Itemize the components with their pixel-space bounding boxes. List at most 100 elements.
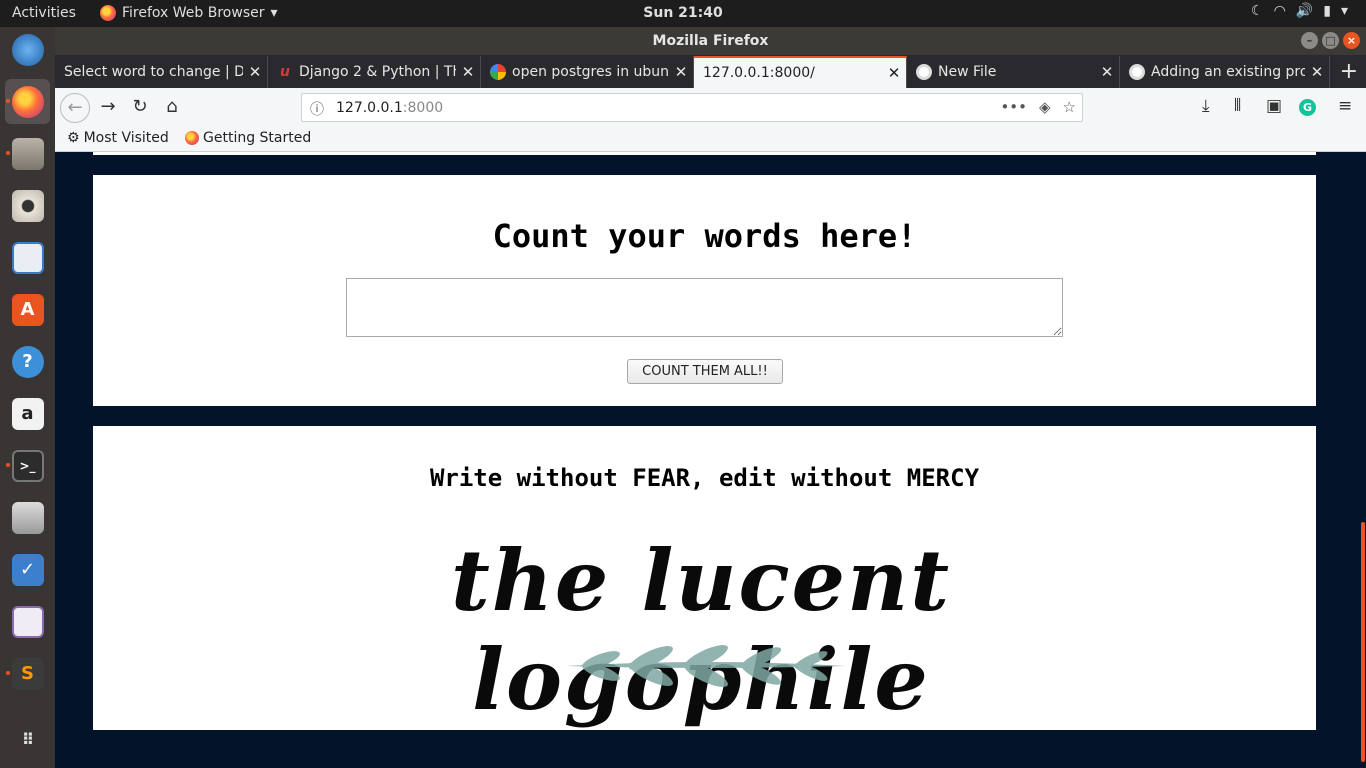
page-heading: Count your words here! [492, 217, 917, 255]
minimize-button[interactable]: – [1301, 32, 1318, 49]
web-page: Count your words here! COUNT THEM ALL!! … [55, 152, 1366, 768]
udemy-icon: u [280, 64, 290, 80]
url-host: 127.0.0.1 [336, 100, 403, 116]
close-tab-icon[interactable]: ✕ [882, 64, 906, 82]
dock-files[interactable] [5, 131, 50, 176]
logo-text: the lucent logophile [450, 531, 951, 729]
checkbox-icon: ✓ [11, 553, 44, 586]
word-count-card: Count your words here! COUNT THEM ALL!! [93, 175, 1316, 406]
close-tab-icon[interactable]: ✕ [243, 63, 267, 81]
night-light-icon: ☾ [1251, 3, 1264, 19]
url-text[interactable]: 127.0.0.1:8000 [336, 100, 443, 116]
grammarly-icon[interactable]: G [1299, 99, 1316, 116]
system-top-bar: Activities Firefox Web Browser ▾ Sun 21:… [0, 0, 1366, 27]
tab-github-existing-project[interactable]: Adding an existing proj ✕ [1120, 56, 1330, 88]
tab-label: Django 2 & Python | The [299, 64, 456, 80]
chevron-down-icon: ▾ [1340, 3, 1348, 19]
dock: A ? a >_ ✓ S ⠿ [0, 27, 55, 768]
sudoku-icon [11, 605, 44, 638]
close-window-button[interactable]: × [1343, 32, 1360, 49]
close-tab-icon[interactable]: ✕ [1095, 63, 1119, 81]
app-menu-label: Firefox Web Browser [122, 5, 265, 21]
page-scrollbar[interactable] [1361, 522, 1365, 762]
thunderbird-icon [11, 33, 44, 66]
volume-icon: 🔊 [1295, 3, 1314, 19]
bookmark-getting-started[interactable]: Getting Started [185, 130, 311, 146]
tab-udemy[interactable]: u Django 2 & Python | The ✕ [268, 56, 481, 88]
close-tab-icon[interactable]: ✕ [1305, 63, 1329, 81]
tab-django-admin[interactable]: Select word to change | Dj ✕ [55, 56, 268, 88]
app-menu[interactable]: Firefox Web Browser ▾ [100, 5, 278, 21]
dock-tasks[interactable]: ✓ [5, 547, 50, 592]
wifi-icon: ◠ [1273, 3, 1286, 19]
tab-google-search[interactable]: open postgres in ubunt ✕ [481, 56, 694, 88]
dock-rhythmbox[interactable] [5, 183, 50, 228]
bookmark-label: Most Visited [83, 130, 169, 146]
url-bar[interactable]: ⓘ 127.0.0.1:8000 ••• ◈ ☆ [301, 93, 1083, 122]
camera-icon [11, 501, 44, 534]
software-center-icon: A [11, 293, 44, 326]
previous-card-edge [93, 152, 1316, 155]
dock-terminal[interactable]: >_ [5, 443, 50, 488]
back-button[interactable]: ← [60, 93, 90, 123]
home-button[interactable]: ⌂ [160, 96, 184, 117]
bookmark-star-icon[interactable]: ☆ [1063, 98, 1076, 116]
gear-icon: ⚙ [67, 130, 80, 146]
dock-writer[interactable] [5, 235, 50, 280]
dock-sudoku[interactable] [5, 599, 50, 644]
close-tab-icon[interactable]: ✕ [456, 63, 480, 81]
dock-sublime[interactable]: S [5, 651, 50, 696]
firefox-icon [100, 5, 116, 21]
branding-card: Write without FEAR, edit without MERCY t… [93, 426, 1316, 730]
dock-thunderbird[interactable] [5, 27, 50, 72]
dock-amazon[interactable]: a [5, 391, 50, 436]
site-info-icon[interactable]: ⓘ [310, 99, 324, 119]
speaker-icon [11, 189, 44, 222]
tab-bar: Select word to change | Dj ✕ u Django 2 … [55, 55, 1366, 88]
pocket-icon[interactable]: ◈ [1039, 98, 1051, 116]
forward-button[interactable]: → [96, 96, 120, 117]
running-indicator [6, 99, 10, 103]
tab-label: Select word to change | Dj [64, 64, 243, 80]
google-icon [490, 64, 506, 80]
page-actions-icon[interactable]: ••• [1000, 98, 1027, 116]
tab-label: 127.0.0.1:8000/ [703, 65, 815, 81]
dock-show-apps[interactable]: ⠿ [5, 717, 50, 762]
help-icon: ? [11, 345, 44, 378]
system-tray[interactable]: ☾ ◠ 🔊 ▮ ▾ [1251, 3, 1348, 19]
tab-label: Adding an existing proj [1151, 64, 1305, 80]
bookmarks-toolbar: ⚙ Most Visited Getting Started [55, 127, 1366, 152]
activities-button[interactable]: Activities [12, 5, 76, 21]
files-icon [11, 137, 44, 170]
tagline: Write without FEAR, edit without MERCY [429, 464, 980, 492]
dock-firefox[interactable] [5, 79, 50, 124]
new-tab-button[interactable]: + [1340, 59, 1358, 84]
hamburger-menu-icon[interactable]: ≡ [1338, 96, 1352, 116]
sidebar-icon[interactable]: ▣ [1266, 96, 1282, 116]
firefox-icon [11, 85, 44, 118]
leaf-branch-icon [566, 645, 846, 687]
bookmark-most-visited[interactable]: ⚙ Most Visited [67, 130, 169, 146]
chevron-down-icon: ▾ [270, 5, 278, 21]
download-icon[interactable]: ⤓ [1202, 96, 1210, 116]
tab-localhost[interactable]: 127.0.0.1:8000/ ✕ [694, 56, 907, 88]
tab-github-new-file[interactable]: New File ✕ [907, 56, 1120, 88]
close-tab-icon[interactable]: ✕ [669, 63, 693, 81]
dock-software[interactable]: A [5, 287, 50, 332]
app-grid-icon: ⠿ [21, 730, 35, 749]
logo: the lucent logophile [351, 531, 1051, 729]
library-icon[interactable]: ⫴ [1234, 96, 1241, 116]
terminal-icon: >_ [11, 449, 44, 482]
battery-icon: ▮ [1323, 3, 1331, 19]
firefox-icon [185, 131, 199, 145]
dock-camera[interactable] [5, 495, 50, 540]
maximize-button[interactable]: □ [1322, 32, 1339, 49]
github-icon [916, 64, 932, 80]
count-them-all-button[interactable]: COUNT THEM ALL!! [627, 359, 783, 384]
reload-button[interactable]: ↻ [128, 96, 152, 117]
word-count-textarea[interactable] [346, 278, 1063, 337]
window-title: Mozilla Firefox [652, 33, 769, 49]
window-title-bar: Mozilla Firefox – □ × [55, 27, 1366, 55]
dock-help[interactable]: ? [5, 339, 50, 384]
sublime-icon: S [11, 657, 44, 690]
